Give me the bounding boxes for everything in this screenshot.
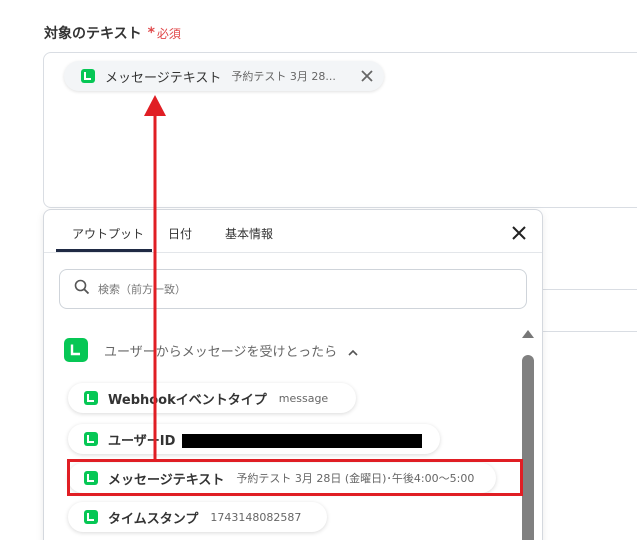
line-icon bbox=[84, 391, 98, 405]
highlight-box bbox=[67, 459, 523, 496]
trigger-group-header[interactable]: ユーザーからメッセージを受けとったら bbox=[64, 338, 359, 362]
line-icon bbox=[64, 338, 88, 362]
required-text: 必須 bbox=[156, 26, 181, 41]
tab-output[interactable]: アウトプット bbox=[72, 225, 144, 242]
search-icon bbox=[74, 279, 90, 299]
group-title: ユーザーからメッセージを受けとったら bbox=[104, 344, 338, 360]
selected-output-chip[interactable]: メッセージテキスト 予約テスト 3月 28... bbox=[64, 61, 384, 91]
line-icon bbox=[84, 510, 98, 524]
output-item-webhook-event-type[interactable]: Webhookイベントタイプ message bbox=[68, 383, 357, 413]
item-value: message bbox=[278, 391, 329, 405]
redacted-value bbox=[182, 434, 422, 448]
field-label: 対象のテキスト * 必須 bbox=[44, 23, 181, 43]
close-icon[interactable] bbox=[510, 224, 528, 242]
divider bbox=[543, 331, 637, 332]
chevron-up-icon[interactable] bbox=[347, 344, 359, 356]
scroll-up-arrow-icon[interactable] bbox=[522, 330, 534, 338]
line-icon bbox=[81, 69, 95, 83]
divider bbox=[543, 289, 637, 290]
item-label: Webhookイベントタイプ bbox=[108, 392, 267, 408]
search-input[interactable]: 検索（前方一致） bbox=[59, 269, 527, 309]
chip-label: メッセージテキスト bbox=[105, 70, 222, 86]
item-label: ユーザーID bbox=[108, 433, 176, 449]
search-placeholder: 検索（前方一致） bbox=[98, 283, 186, 296]
tab-date[interactable]: 日付 bbox=[168, 225, 192, 242]
required-mark: * bbox=[147, 25, 155, 41]
line-icon bbox=[84, 432, 98, 446]
field-label-text: 対象のテキスト bbox=[44, 26, 142, 42]
close-icon[interactable] bbox=[359, 68, 375, 84]
tab-bar: アウトプット 日付 基本情報 bbox=[44, 210, 542, 253]
active-tab-indicator bbox=[56, 249, 152, 252]
output-item-timestamp[interactable]: タイムスタンプ 1743148082587 bbox=[68, 502, 328, 532]
scrollbar[interactable] bbox=[522, 330, 534, 540]
chip-value: 予約テスト 3月 28... bbox=[231, 70, 336, 83]
item-label: タイムスタンプ bbox=[108, 511, 199, 527]
tab-basic-info[interactable]: 基本情報 bbox=[225, 225, 273, 242]
scrollbar-thumb[interactable] bbox=[522, 355, 534, 540]
item-value: 1743148082587 bbox=[210, 510, 302, 524]
